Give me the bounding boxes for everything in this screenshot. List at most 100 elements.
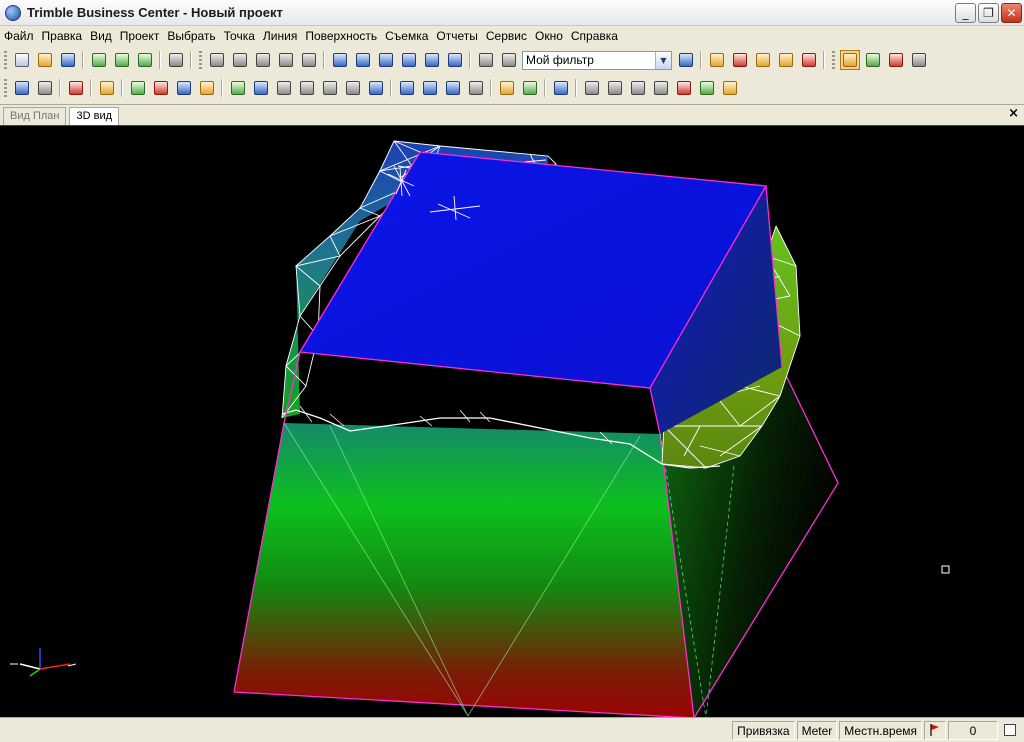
pencil-button[interactable] bbox=[197, 78, 217, 98]
device-icon bbox=[137, 53, 152, 67]
snap-status[interactable]: Привязка bbox=[732, 720, 795, 740]
create-point-button[interactable] bbox=[128, 78, 148, 98]
breakline-button[interactable] bbox=[343, 78, 363, 98]
time-status[interactable]: Местн.время bbox=[839, 720, 922, 740]
import-button[interactable] bbox=[89, 50, 109, 70]
adjust-button[interactable] bbox=[605, 78, 625, 98]
3d-scene bbox=[10, 140, 950, 718]
undo-button[interactable] bbox=[12, 78, 32, 98]
plan-view-button[interactable] bbox=[330, 50, 350, 70]
copy-button[interactable] bbox=[174, 78, 194, 98]
toolbar-grip[interactable] bbox=[4, 79, 7, 97]
shading-3-button[interactable] bbox=[909, 50, 929, 70]
zoom-window-button[interactable] bbox=[276, 50, 296, 70]
menu-surface[interactable]: Поверхность bbox=[301, 26, 381, 46]
feature-code-button[interactable] bbox=[151, 78, 171, 98]
project-explorer-button[interactable] bbox=[753, 50, 773, 70]
chevron-down-icon[interactable]: ▼ bbox=[655, 51, 671, 69]
properties-button[interactable] bbox=[730, 50, 750, 70]
pan-button[interactable] bbox=[299, 50, 319, 70]
new-project-button[interactable] bbox=[12, 50, 32, 70]
help-pointer-button[interactable] bbox=[674, 78, 694, 98]
status-checkbox[interactable] bbox=[1004, 724, 1016, 736]
zoom-extents-button[interactable] bbox=[253, 50, 273, 70]
view-3d-button[interactable] bbox=[353, 50, 373, 70]
view-iso-button[interactable] bbox=[422, 50, 442, 70]
print-button[interactable] bbox=[166, 50, 186, 70]
menu-file[interactable]: Файл bbox=[0, 26, 38, 46]
traverse-icon bbox=[322, 81, 337, 95]
zoom-out-button[interactable] bbox=[230, 50, 250, 70]
select-filter-button[interactable] bbox=[499, 50, 519, 70]
folder-button[interactable] bbox=[97, 78, 117, 98]
command-pane-button[interactable] bbox=[776, 50, 796, 70]
view-list-button[interactable] bbox=[445, 50, 465, 70]
menu-view[interactable]: Вид bbox=[86, 26, 116, 46]
view-front-button[interactable] bbox=[376, 50, 396, 70]
table-button[interactable] bbox=[251, 78, 271, 98]
menu-edit[interactable]: Правка bbox=[38, 26, 87, 46]
traverse-button[interactable] bbox=[320, 78, 340, 98]
restore-button[interactable]: ❐ bbox=[978, 3, 999, 23]
volume-button[interactable] bbox=[497, 78, 517, 98]
tree-button[interactable] bbox=[697, 78, 717, 98]
contours-button[interactable] bbox=[443, 78, 463, 98]
create-line-button[interactable] bbox=[228, 78, 248, 98]
compute-button[interactable] bbox=[551, 78, 571, 98]
tab-plan-view[interactable]: Вид План bbox=[3, 107, 67, 125]
move-icon bbox=[630, 81, 645, 95]
stakeout-button[interactable] bbox=[520, 78, 540, 98]
zoom-extents-icon bbox=[255, 53, 270, 67]
bar-chart-button[interactable] bbox=[720, 78, 740, 98]
menu-survey[interactable]: Съемка bbox=[381, 26, 432, 46]
device-import-button[interactable] bbox=[135, 50, 155, 70]
toolbar-grip[interactable] bbox=[832, 51, 835, 69]
zoom-in-icon bbox=[209, 53, 224, 67]
flag-status[interactable] bbox=[924, 720, 946, 740]
move-button[interactable] bbox=[628, 78, 648, 98]
profile-button[interactable] bbox=[420, 78, 440, 98]
3d-viewport[interactable] bbox=[0, 125, 1024, 718]
target-button[interactable] bbox=[651, 78, 671, 98]
window-controls: _ ❐ ✕ bbox=[955, 3, 1022, 23]
menu-point[interactable]: Точка bbox=[220, 26, 259, 46]
grid-button[interactable] bbox=[476, 50, 496, 70]
redo-button[interactable] bbox=[35, 78, 55, 98]
pointer-select-button[interactable] bbox=[366, 78, 386, 98]
menu-help[interactable]: Справка bbox=[567, 26, 622, 46]
zoom-in-button[interactable] bbox=[207, 50, 227, 70]
surface-report-button[interactable] bbox=[397, 78, 417, 98]
open-folder-icon bbox=[37, 53, 52, 67]
units-status[interactable]: Meter bbox=[796, 720, 838, 740]
filter-select[interactable]: Мой фильтр ▼ bbox=[522, 50, 672, 70]
network-button[interactable] bbox=[582, 78, 602, 98]
flags-button[interactable] bbox=[799, 50, 819, 70]
open-project-button[interactable] bbox=[35, 50, 55, 70]
render-mode-button[interactable] bbox=[839, 50, 860, 70]
shading-2-button[interactable] bbox=[886, 50, 906, 70]
save-project-button[interactable] bbox=[58, 50, 78, 70]
menu-service[interactable]: Сервис bbox=[482, 26, 531, 46]
view-side-button[interactable] bbox=[399, 50, 419, 70]
menu-window[interactable]: Окно bbox=[531, 26, 567, 46]
toolbar-grip[interactable] bbox=[199, 51, 202, 69]
selection-marker[interactable] bbox=[941, 565, 950, 574]
save-icon bbox=[60, 53, 75, 67]
delete-button[interactable] bbox=[66, 78, 86, 98]
image-button[interactable] bbox=[274, 78, 294, 98]
shading-1-button[interactable] bbox=[863, 50, 883, 70]
export-button[interactable] bbox=[112, 50, 132, 70]
menu-reports[interactable]: Отчеты bbox=[432, 26, 481, 46]
menu-line[interactable]: Линия bbox=[259, 26, 301, 46]
filter-funnel-button[interactable] bbox=[676, 50, 696, 70]
menu-select[interactable]: Выбрать bbox=[163, 26, 219, 46]
menu-project[interactable]: Проект bbox=[116, 26, 164, 46]
close-button[interactable]: ✕ bbox=[1001, 3, 1022, 23]
close-view-icon[interactable]: × bbox=[1008, 106, 1019, 121]
surface-edit-button[interactable] bbox=[466, 78, 486, 98]
tab-3d-view[interactable]: 3D вид bbox=[69, 107, 120, 125]
toolbar-grip[interactable] bbox=[4, 51, 7, 69]
minimize-button[interactable]: _ bbox=[955, 3, 976, 23]
edit-image-button[interactable] bbox=[297, 78, 317, 98]
layer-manager-button[interactable] bbox=[707, 50, 727, 70]
